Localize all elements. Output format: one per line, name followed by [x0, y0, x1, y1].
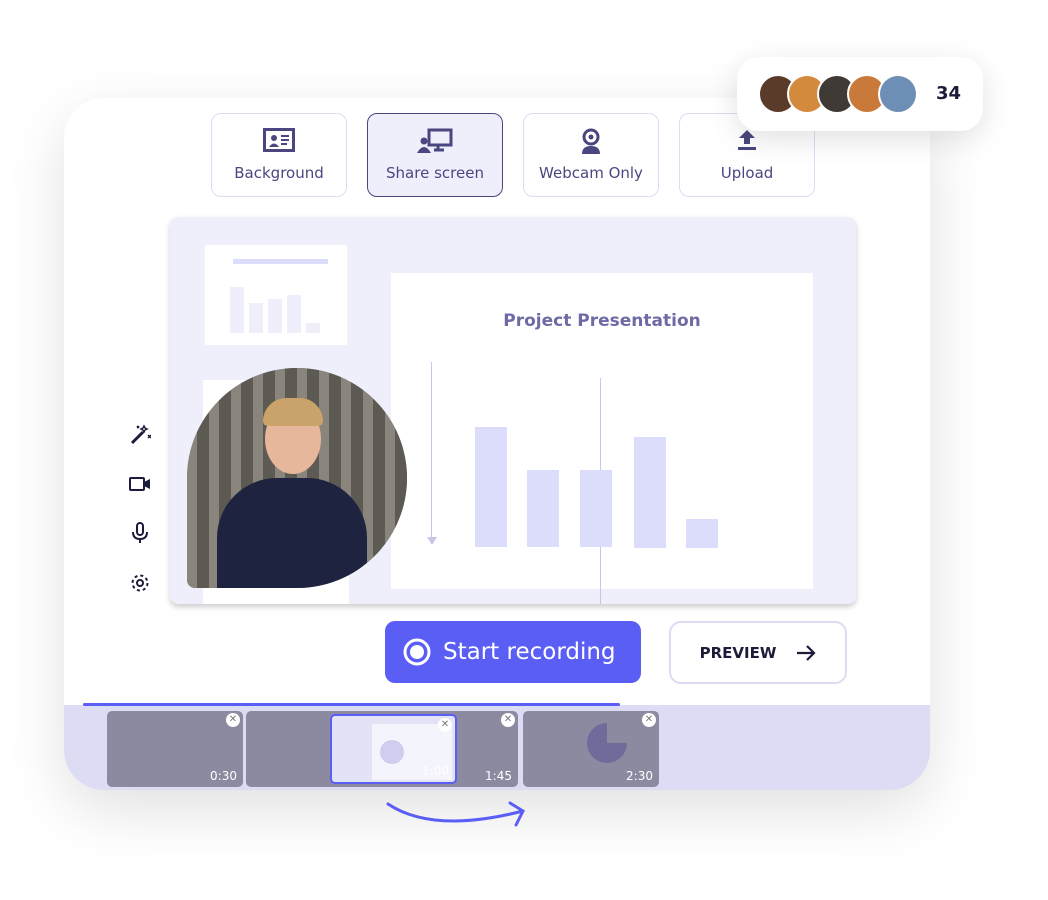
slide-title: Project Presentation [503, 311, 701, 331]
mode-share-screen-button[interactable]: Share screen [367, 113, 503, 197]
upload-icon [738, 130, 756, 150]
record-icon [403, 638, 431, 666]
chart-bar [634, 437, 666, 548]
clip-thumbnail[interactable]: ✕ 2:30 [523, 711, 659, 787]
webcam-feed [187, 368, 407, 588]
clip-time: 0:30 [210, 769, 237, 783]
mode-webcam-only-button[interactable]: Webcam Only [523, 113, 659, 197]
person-shirt [217, 478, 367, 588]
camera-icon[interactable] [129, 473, 151, 495]
start-recording-button[interactable]: Start recording [385, 621, 641, 683]
mode-background-button[interactable]: Background [211, 113, 347, 197]
screen-preview: Project Presentation [170, 217, 856, 604]
preview-label: PREVIEW [699, 643, 777, 662]
contact-card-icon [263, 128, 295, 152]
microphone-icon[interactable] [129, 522, 151, 544]
clip-time: 1:45 [485, 769, 512, 783]
slide-thumbnail [203, 243, 349, 347]
chart-bar [475, 427, 507, 547]
close-icon[interactable]: ✕ [438, 718, 452, 732]
avatar [878, 74, 918, 114]
webcam-icon [582, 128, 600, 154]
chart-bar [580, 470, 612, 547]
mode-label: Background [234, 164, 324, 182]
preview-button[interactable]: PREVIEW [669, 621, 847, 684]
viewer-count: 34 [936, 83, 962, 104]
arrow-right-icon [797, 644, 816, 661]
viewers-badge: 34 [737, 57, 983, 131]
mode-label: Webcam Only [539, 164, 643, 182]
magic-wand-icon[interactable] [129, 424, 151, 446]
close-icon[interactable]: ✕ [501, 713, 515, 727]
start-recording-label: Start recording [443, 639, 616, 665]
chart-bar [527, 470, 559, 547]
clip-time: 1:00 [422, 764, 449, 778]
move-arrow-icon [386, 801, 525, 827]
main-slide: Project Presentation [391, 273, 813, 604]
close-icon[interactable]: ✕ [642, 713, 656, 727]
recorder-card: Background Share screen Webcam Only Uplo… [64, 98, 930, 790]
gear-icon[interactable] [129, 572, 151, 594]
clip-thumbnail[interactable]: ✕ 0:30 [107, 711, 243, 787]
timeline-progress[interactable] [83, 703, 620, 706]
dragging-clip[interactable]: ✕ 1:00 [330, 714, 457, 784]
close-icon[interactable]: ✕ [226, 713, 240, 727]
mode-label: Share screen [386, 164, 484, 182]
mode-label: Upload [720, 164, 774, 182]
clip-time: 2:30 [626, 769, 653, 783]
chart-bar [686, 519, 718, 548]
share-screen-icon [417, 128, 453, 153]
